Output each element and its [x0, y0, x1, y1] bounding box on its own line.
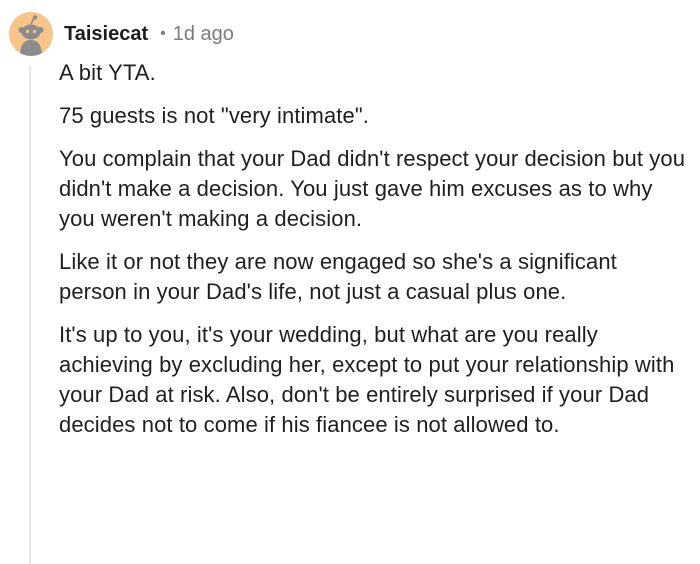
comment: Taisiecat • 1d ago A bit YTA. 75 guests … — [0, 0, 700, 564]
comment-paragraph: You complain that your Dad didn't respec… — [59, 146, 686, 231]
meta-separator: • — [160, 25, 166, 42]
comment-paragraph: 75 guests is not "very intimate". — [59, 103, 369, 128]
comment-paragraph: A bit YTA. — [59, 60, 156, 85]
thread-collapse-line[interactable] — [29, 66, 31, 564]
comment-body: A bit YTA. 75 guests is not "very intima… — [59, 58, 689, 453]
snoo-avatar-icon — [9, 12, 53, 56]
user-avatar[interactable] — [9, 12, 53, 56]
username-link[interactable]: Taisiecat — [64, 23, 148, 46]
comment-paragraph: Like it or not they are now engaged so s… — [59, 249, 617, 304]
comment-meta: Taisiecat • 1d ago — [64, 21, 234, 47]
comment-timestamp[interactable]: 1d ago — [173, 23, 234, 46]
comment-paragraph: It's up to you, it's your wedding, but w… — [59, 322, 675, 437]
